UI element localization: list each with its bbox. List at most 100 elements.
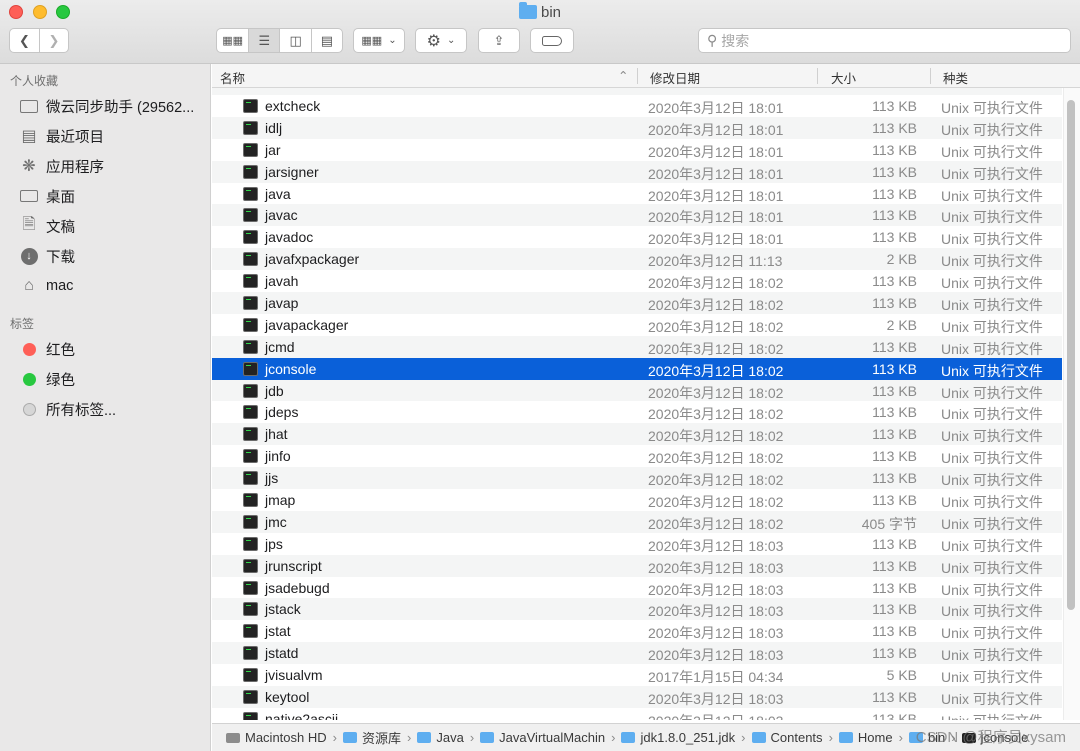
file-row[interactable]: jarsigner 2020年3月12日 18:01 113 KB Unix 可执行文… (212, 160, 1062, 183)
sidebar-item-applications[interactable]: ❋ 应用程序 (18, 153, 104, 179)
window-toolbar: bin ❮ ❯ ▦▦ ☰ ◫ ▤ ▦▦ ⌄ ⚙ ⌄ ⇪ ⚲ 搜索 (0, 0, 1080, 64)
file-date: 2020年3月12日 18:03 (648, 559, 784, 576)
path-segment[interactable]: Home (838, 730, 893, 745)
file-row[interactable]: jvisualvm 2017年1月15日 04:34 5 KB Unix 可执行文件 (212, 664, 1062, 686)
file-date: 2020年3月12日 18:02 (648, 318, 784, 335)
path-segment[interactable]: jdk1.8.0_251.jdk (621, 730, 735, 745)
file-size: 113 KB (872, 229, 917, 246)
file-size: 113 KB (872, 360, 917, 377)
file-row[interactable]: jconsole 2020年3月12日 18:02 113 KB Unix 可执行文件 (212, 357, 1062, 380)
share-button[interactable]: ⇪ (478, 28, 520, 53)
column-size-header[interactable]: 大小 (831, 68, 856, 87)
path-segment[interactable]: Macintosh HD (226, 730, 327, 745)
file-row[interactable]: javap 2020年3月12日 18:02 113 KB Unix 可执行文件 (212, 292, 1062, 314)
path-separator-icon: › (332, 730, 337, 745)
column-divider[interactable] (930, 68, 931, 84)
file-row[interactable]: keytool 2020年3月12日 18:03 113 KB Unix 可执行文件 (212, 686, 1062, 708)
file-kind: Unix 可执行文件 (941, 494, 1043, 511)
watermark: CSDN @程序员xysam (915, 729, 1066, 746)
file-row[interactable]: jmap 2020年3月12日 18:02 113 KB Unix 可执行文件 (212, 489, 1062, 511)
search-field[interactable]: ⚲ 搜索 (698, 28, 1071, 53)
file-name: javapackager (265, 316, 349, 333)
column-name-header[interactable]: 名称 (220, 68, 245, 87)
sidebar-tag-green[interactable]: 绿色 (18, 366, 75, 392)
path-segment[interactable]: Contents (751, 730, 823, 745)
file-date: 2020年3月12日 11:13 (648, 253, 783, 270)
file-row[interactable]: jrunscript 2020年3月12日 18:03 113 KB Unix 可执行… (212, 554, 1062, 577)
file-row[interactable]: jcmd 2020年3月12日 18:02 113 KB Unix 可执行文件 (212, 335, 1062, 358)
icon-view-button[interactable]: ▦▦ (217, 29, 248, 52)
path-segment[interactable]: Java (417, 730, 464, 745)
action-button[interactable]: ⚙ ⌄ (415, 28, 467, 53)
file-row[interactable]: jdb 2020年3月12日 18:02 113 KB Unix 可执行文件 (212, 379, 1062, 402)
chevron-down-icon: ⌄ (446, 35, 456, 46)
file-list: extcheck 2020年3月12日 18:01 113 KB Unix 可执行文件… (212, 95, 1062, 720)
file-row[interactable]: jhat 2020年3月12日 18:02 113 KB Unix 可执行文件 (212, 423, 1062, 446)
file-row[interactable]: javadoc 2020年3月12日 18:01 113 KB Unix 可执行文件 (212, 226, 1062, 248)
path-segment[interactable]: JavaVirtualMachin (480, 730, 605, 745)
file-row[interactable]: java 2020年3月12日 18:01 113 KB Unix 可执行文件 (212, 183, 1062, 205)
column-date-header[interactable]: 修改日期 (650, 68, 700, 87)
terminal-executable-icon (243, 580, 258, 595)
sidebar-item-home[interactable]: ⌂ mac (18, 273, 73, 299)
file-row[interactable]: javafxpackager 2020年3月12日 11:13 2 KB Unix 可… (212, 248, 1062, 271)
sidebar-item-weiyun[interactable]: 微云同步助手 (29562... (18, 93, 194, 119)
gallery-view-button[interactable]: ▤ (310, 29, 342, 52)
path-segment[interactable]: 资源库 (342, 728, 401, 747)
file-row[interactable]: native2ascii 2020年3月12日 18:03 113 KB Unix 可… (212, 708, 1062, 720)
file-name: jstatd (265, 645, 299, 662)
file-row[interactable]: jstatd 2020年3月12日 18:03 113 KB Unix 可执行文件 (212, 642, 1062, 665)
column-divider[interactable] (817, 68, 818, 84)
column-divider[interactable] (637, 68, 638, 84)
file-date: 2020年3月12日 18:02 (648, 297, 784, 314)
file-row[interactable]: jps 2020年3月12日 18:03 113 KB Unix 可执行文件 (212, 533, 1062, 555)
sidebar-item-desktop[interactable]: 桌面 (18, 183, 75, 209)
file-row[interactable]: jdeps 2020年3月12日 18:02 113 KB Unix 可执行文件 (212, 401, 1062, 423)
group-by-button[interactable]: ▦▦ ⌄ (353, 28, 405, 53)
terminal-executable-icon (243, 646, 258, 661)
file-row[interactable]: jmc 2020年3月12日 18:02 405 字节 Unix 可执行文件 (212, 510, 1062, 533)
sidebar-tag-red[interactable]: 红色 (18, 336, 75, 362)
sidebar-item-downloads[interactable]: ↓ 下载 (18, 243, 75, 269)
file-row[interactable]: jjs 2020年3月12日 18:02 113 KB Unix 可执行文件 (212, 467, 1062, 490)
tag-button[interactable] (530, 28, 574, 53)
file-row[interactable]: jstack 2020年3月12日 18:03 113 KB Unix 可执行文件 (212, 598, 1062, 621)
sidebar-tag-all[interactable]: 所有标签... (18, 396, 116, 422)
file-date: 2020年3月12日 18:02 (648, 515, 784, 532)
forward-button[interactable]: ❯ (38, 29, 68, 52)
file-row[interactable]: jstat 2020年3月12日 18:03 113 KB Unix 可执行文件 (212, 620, 1062, 642)
list-view-button[interactable]: ☰ (248, 29, 280, 52)
file-row[interactable]: javac 2020年3月12日 18:01 113 KB Unix 可执行文件 (212, 204, 1062, 227)
file-name: jsadebugd (265, 579, 330, 596)
file-date: 2020年3月12日 18:03 (648, 537, 784, 554)
file-row[interactable]: jsadebugd 2020年3月12日 18:03 113 KB Unix 可执行文… (212, 577, 1062, 599)
file-size: 405 字节 (861, 515, 917, 532)
sidebar-item-recents[interactable]: ▤ 最近项目 (18, 123, 104, 149)
file-row[interactable]: jar 2020年3月12日 18:01 113 KB Unix 可执行文件 (212, 139, 1062, 161)
scrollbar-thumb[interactable] (1067, 100, 1075, 610)
back-button[interactable]: ❮ (10, 29, 39, 52)
path-separator-icon: › (741, 730, 746, 745)
file-kind: Unix 可执行文件 (941, 559, 1043, 576)
file-name: extcheck (265, 98, 321, 114)
sidebar: 个人收藏 微云同步助手 (29562... ▤ 最近项目 ❋ 应用程序 桌面 🗎… (0, 64, 211, 751)
file-size: 113 KB (872, 119, 917, 136)
sidebar-item-documents[interactable]: 🗎 文稿 (18, 213, 75, 239)
file-row[interactable]: extcheck 2020年3月12日 18:01 113 KB Unix 可执行文件 (212, 95, 1062, 117)
file-row[interactable]: javapackager 2020年3月12日 18:02 2 KB Unix 可执行… (212, 314, 1062, 336)
terminal-executable-icon (243, 383, 258, 398)
file-name: java (265, 185, 291, 202)
terminal-executable-icon (243, 427, 258, 442)
file-name: javafxpackager (265, 251, 360, 268)
column-view-button[interactable]: ◫ (279, 29, 310, 52)
terminal-executable-icon (243, 493, 258, 508)
column-kind-header[interactable]: 种类 (943, 68, 968, 87)
file-row[interactable]: idlj 2020年3月12日 18:01 113 KB Unix 可执行文件 (212, 116, 1062, 139)
folder-icon (838, 732, 853, 743)
file-date: 2020年3月12日 18:03 (648, 625, 784, 642)
grid-icon: ▦▦ (222, 35, 244, 47)
file-row[interactable]: javah 2020年3月12日 18:02 113 KB Unix 可执行文件 (212, 270, 1062, 292)
file-kind: Unix 可执行文件 (941, 515, 1043, 532)
file-row[interactable]: jinfo 2020年3月12日 18:02 113 KB Unix 可执行文件 (212, 445, 1062, 467)
file-name: jconsole (265, 360, 317, 377)
